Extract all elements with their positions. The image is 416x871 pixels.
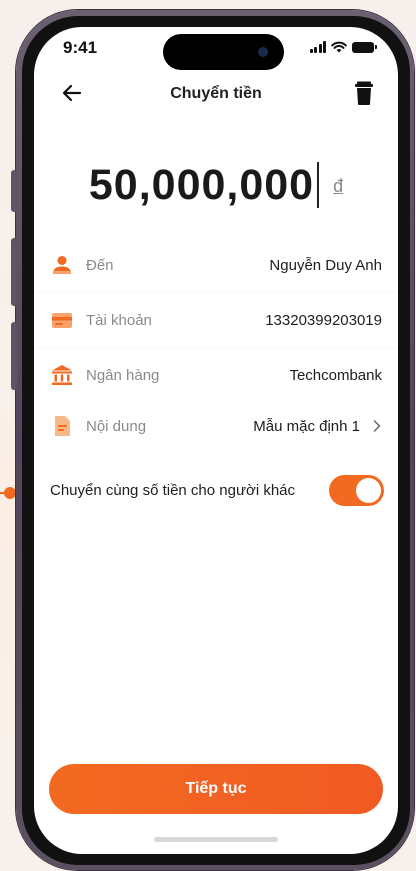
transfer-details: Đến Nguyễn Duy Anh Tài khoản 13320399203…	[34, 238, 398, 453]
person-icon	[53, 256, 71, 274]
bank-icon	[52, 365, 72, 385]
callout-dot	[4, 487, 16, 499]
volume-down-button	[11, 322, 17, 390]
detail-value: 13320399203019	[265, 311, 382, 329]
detail-label: Tài khoản	[86, 311, 152, 329]
wifi-icon	[331, 41, 347, 53]
home-indicator	[154, 837, 278, 842]
detail-row-recipient: Đến Nguyễn Duy Anh	[34, 238, 398, 292]
dynamic-island	[163, 34, 284, 70]
document-icon	[55, 416, 70, 436]
text-caret	[317, 162, 320, 208]
trash-icon[interactable]	[352, 80, 376, 106]
detail-value: Mẫu mặc định 1	[253, 417, 360, 435]
toggle-knob	[356, 477, 381, 503]
same-amount-toggle[interactable]	[329, 474, 384, 506]
status-time: 9:41	[63, 38, 98, 57]
card-icon	[52, 313, 72, 328]
app-screen: 9:41 Chuyển tiền 50,000,000 đ Đến Nguyễn…	[34, 27, 398, 854]
currency-symbol: đ	[333, 175, 344, 196]
detail-label: Đến	[86, 256, 114, 274]
detail-label: Nội dung	[86, 417, 147, 435]
same-amount-setting: Chuyển cùng số tiền cho người khác	[34, 463, 398, 517]
detail-row-message[interactable]: Nội dung Mẫu mặc định 1	[34, 399, 398, 453]
page-title: Chuyển tiền	[170, 85, 262, 102]
detail-value: Techcombank	[289, 366, 382, 384]
toggle-label: Chuyển cùng số tiền cho người khác	[50, 481, 296, 499]
detail-row-bank: Ngân hàng Techcombank	[34, 348, 398, 402]
battery-icon	[352, 41, 377, 53]
continue-button[interactable]: Tiếp tục	[49, 764, 383, 814]
signal-icon	[309, 41, 326, 53]
amount-value: 50,000,000	[88, 160, 315, 209]
action-button	[11, 170, 17, 212]
chevron-right-icon[interactable]	[370, 419, 384, 433]
amount-input[interactable]: 50,000,000 đ	[34, 155, 398, 215]
detail-label: Ngân hàng	[86, 366, 160, 384]
volume-up-button	[11, 238, 17, 306]
detail-value: Nguyễn Duy Anh	[269, 256, 382, 274]
detail-row-account: Tài khoản 13320399203019	[34, 293, 398, 347]
camera-icon	[258, 47, 268, 57]
status-icons	[309, 41, 377, 53]
